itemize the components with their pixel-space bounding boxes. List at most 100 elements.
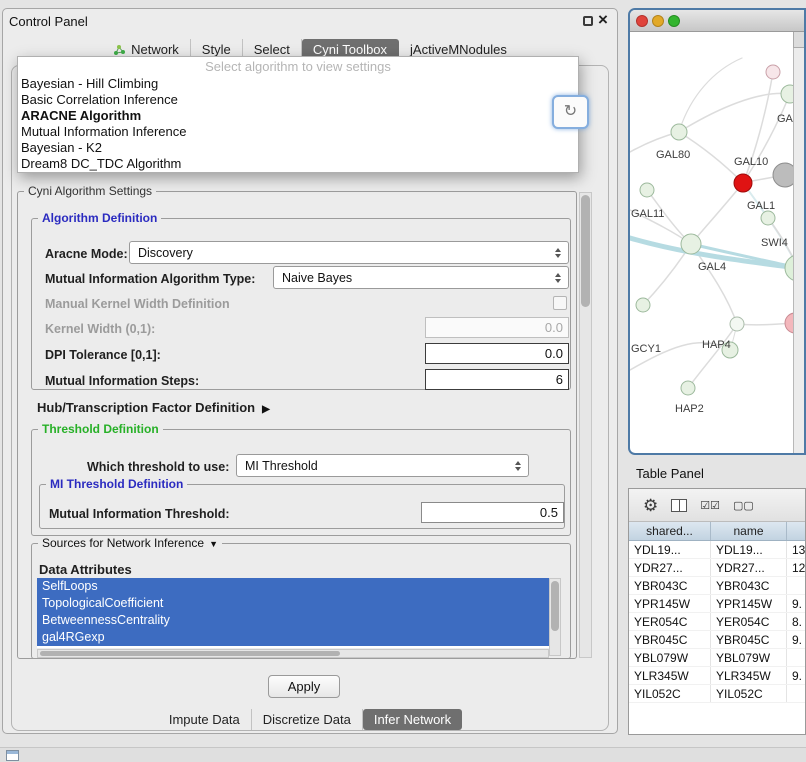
tab-discretize-data[interactable]: Discretize Data <box>252 709 363 730</box>
table-cell: YER054C <box>711 613 787 630</box>
table-row[interactable]: YDR27...YDR27...12 <box>629 559 805 577</box>
attributes-vscrollbar-thumb[interactable] <box>551 581 559 631</box>
table-cell: YBL079W <box>711 649 787 666</box>
apply-button[interactable]: Apply <box>268 675 340 698</box>
table-cell <box>787 649 805 666</box>
checked-boxes-icon[interactable]: ☑☑ <box>700 499 720 512</box>
attributes-hscrollbar-thumb[interactable] <box>40 651 340 656</box>
table-column-header[interactable] <box>787 522 805 540</box>
algorithm-option-bayesian-k2[interactable]: Bayesian - K2 <box>18 140 578 156</box>
dpi-tolerance-input[interactable] <box>425 343 569 364</box>
attributes-hscrollbar[interactable] <box>37 649 549 658</box>
which-threshold-select[interactable]: MI Threshold <box>236 454 529 477</box>
network-edge <box>679 58 742 132</box>
attribute-item-gal4rgexp[interactable]: gal4RGexp <box>37 629 549 646</box>
network-node-gal7[interactable] <box>781 85 793 103</box>
tab-impute-data[interactable]: Impute Data <box>158 709 252 730</box>
minimize-traffic-light-icon[interactable] <box>652 15 664 27</box>
network-node-right-pink[interactable] <box>785 313 793 333</box>
table-cell <box>787 577 805 594</box>
chevron-down-icon: ▼ <box>209 539 218 549</box>
table-row[interactable]: YIL052CYIL052C <box>629 685 805 703</box>
tab-infer-network[interactable]: Infer Network <box>363 709 462 730</box>
attribute-item-selfloops[interactable]: SelfLoops <box>37 578 549 595</box>
settings-scrollbar-thumb[interactable] <box>581 195 590 307</box>
close-traffic-light-icon[interactable] <box>636 15 648 27</box>
settings-scrollbar[interactable] <box>579 192 592 658</box>
table-cell: YBR045C <box>629 631 711 648</box>
network-node-gal4[interactable] <box>681 234 701 254</box>
refresh-algorithms-button[interactable]: ↻ <box>552 95 589 129</box>
algorithm-option-mutual-information-inference[interactable]: Mutual Information Inference <box>18 124 578 140</box>
table-row[interactable]: YER054CYER054C8. <box>629 613 805 631</box>
data-attributes-list: SelfLoopsTopologicalCoefficientBetweenne… <box>37 578 549 648</box>
unchecked-boxes-icon[interactable]: ▢▢ <box>733 499 754 512</box>
attributes-vscrollbar[interactable] <box>549 578 561 656</box>
network-node-gal1[interactable] <box>761 211 775 225</box>
network-node-mid[interactable] <box>730 317 744 331</box>
attribute-item-betweennesscentrality[interactable]: BetweennessCentrality <box>37 612 549 629</box>
columns-icon[interactable] <box>671 499 687 512</box>
network-node-hap2[interactable] <box>681 381 695 395</box>
network-window-titlebar <box>630 10 804 32</box>
network-node-label: SWI4 <box>761 237 788 249</box>
network-node-label: HAP2 <box>675 403 704 415</box>
network-node-unnamed-gray[interactable] <box>773 163 793 187</box>
network-node-gal80[interactable] <box>671 124 687 140</box>
mi-algorithm-type-label: Mutual Information Algorithm Type: <box>45 272 255 286</box>
algorithm-option-basic-correlation-inference[interactable]: Basic Correlation Inference <box>18 92 578 108</box>
gear-icon[interactable]: ⚙ <box>643 497 658 514</box>
network-scrollbar[interactable] <box>793 32 804 453</box>
kernel-width-input[interactable] <box>425 317 569 338</box>
network-node-label: GAL7 <box>777 113 793 125</box>
table-row[interactable]: YLR345WYLR345W9. <box>629 667 805 685</box>
table-row[interactable]: YBL079WYBL079W <box>629 649 805 667</box>
table-cell: 13 <box>787 541 805 558</box>
network-node-swi4[interactable] <box>785 255 793 281</box>
mi-steps-input[interactable] <box>425 369 569 390</box>
network-node-left-small[interactable] <box>636 298 650 312</box>
network-node-top-pink[interactable] <box>766 65 780 79</box>
attribute-item-topologicalcoefficient[interactable]: TopologicalCoefficient <box>37 595 549 612</box>
table-cell: YBR045C <box>711 631 787 648</box>
float-window-icon[interactable] <box>583 16 593 26</box>
table-cell: 9. <box>787 631 805 648</box>
table-column-header[interactable]: name <box>711 522 787 540</box>
chevron-right-icon: ▶ <box>262 404 270 415</box>
algorithm-option-aracne-algorithm[interactable]: ARACNE Algorithm <box>18 108 578 124</box>
table-row[interactable]: YPR145WYPR145W9. <box>629 595 805 613</box>
close-icon[interactable]: × <box>598 10 608 30</box>
network-node-gal10[interactable] <box>734 174 752 192</box>
table-cell: YLR345W <box>711 667 787 684</box>
settings-group-title: Cyni Algorithm Settings <box>24 184 156 198</box>
algorithm-option-dream8-dc-tdc-algorithm[interactable]: Dream8 DC_TDC Algorithm <box>18 156 578 172</box>
network-node-label: GAL10 <box>734 156 768 168</box>
mi-threshold-input[interactable] <box>421 502 564 523</box>
hub-definition-toggle[interactable]: Hub/Transcription Factor Definition ▶ <box>37 400 270 415</box>
table-row[interactable]: YBR043CYBR043C <box>629 577 805 595</box>
network-scrollbar-button[interactable] <box>793 32 804 48</box>
table-toolbar: ⚙ ☑☑ ▢▢ <box>629 489 805 522</box>
network-icon <box>113 44 126 56</box>
network-node-label: GAL80 <box>656 149 690 161</box>
sources-group-title[interactable]: Sources for Network Inference ▼ <box>38 536 222 550</box>
dpi-tolerance-label: DPI Tolerance [0,1]: <box>45 348 161 362</box>
aracne-mode-select[interactable]: Discovery <box>129 241 569 264</box>
table-row[interactable]: YBR045CYBR045C9. <box>629 631 805 649</box>
data-attributes-label: Data Attributes <box>39 562 132 577</box>
table-cell: 9. <box>787 595 805 612</box>
algorithm-option-bayesian-hill-climbing[interactable]: Bayesian - Hill Climbing <box>18 76 578 92</box>
table-row[interactable]: YDL19...YDL19...13 <box>629 541 805 559</box>
mi-threshold-group-title: MI Threshold Definition <box>46 477 187 491</box>
network-node-label: GAL1 <box>747 200 775 212</box>
network-node-gal11[interactable] <box>640 183 654 197</box>
table-column-header[interactable]: shared... <box>629 522 711 540</box>
table-panel-window: ⚙ ☑☑ ▢▢ shared...name YDL19...YDL19...13… <box>628 488 806 735</box>
minimized-window-icon[interactable] <box>6 750 19 761</box>
mi-algorithm-type-select[interactable]: Naive Bayes <box>273 266 569 289</box>
hub-definition-label: Hub/Transcription Factor Definition <box>37 400 255 415</box>
zoom-traffic-light-icon[interactable] <box>668 15 680 27</box>
manual-kernel-checkbox[interactable] <box>553 296 567 310</box>
network-graph[interactable]: GAL7GAL80GAL10GAL11GAL1SWI4GAL4GCY1HAP4H… <box>630 32 793 455</box>
sources-title-text: Sources for Network Inference <box>42 536 204 550</box>
